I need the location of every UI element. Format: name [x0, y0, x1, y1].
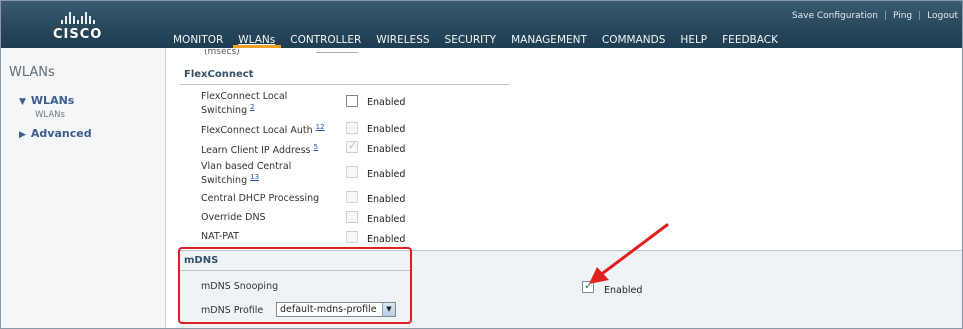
nav-monitor[interactable]: MONITOR	[173, 34, 223, 46]
central-dhcp-checkbox[interactable]	[346, 191, 358, 203]
footnote-link[interactable]: 2	[250, 103, 254, 111]
enabled-text: Enabled	[367, 194, 406, 205]
flexconnect-local-switching-checkbox[interactable]	[346, 95, 358, 107]
footnote-link[interactable]: 12	[316, 123, 325, 131]
cisco-logo: CISCO	[53, 10, 123, 44]
save-configuration-link[interactable]: Save Configuration	[792, 11, 878, 21]
enabled-text: Enabled	[367, 234, 406, 245]
learn-client-ip-checkbox[interactable]	[346, 139, 358, 153]
nav-wireless[interactable]: WIRELESS	[376, 34, 429, 46]
learn-client-ip-label: Learn Client IP Address 5	[201, 143, 318, 157]
enabled-text: Enabled	[367, 144, 406, 155]
flexconnect-local-auth-label: FlexConnect Local Auth 12	[201, 123, 325, 137]
flexconnect-section-title: FlexConnect	[184, 69, 254, 80]
vlan-central-switching-checkbox[interactable]	[346, 166, 358, 178]
main-content: (msecs) FlexConnect FlexConnect Local Swi…	[166, 48, 962, 328]
sidebar: WLANs ▼ WLANs WLANs ▶ Advanced	[1, 48, 166, 328]
sidebar-item-advanced[interactable]: ▶ Advanced	[19, 127, 92, 140]
sidebar-subitem-wlans[interactable]: WLANs	[35, 110, 65, 120]
sidebar-item-label: WLANs	[30, 94, 75, 107]
nav-security[interactable]: SECURITY	[445, 34, 497, 46]
enabled-text: Enabled	[367, 214, 406, 225]
nav-controller[interactable]: CONTROLLER	[290, 34, 361, 46]
collapsed-triangle-icon: ▶	[19, 130, 26, 140]
flexconnect-local-switching-label: FlexConnect Local Switching 2	[201, 91, 288, 117]
override-dns-label: Override DNS	[201, 212, 266, 223]
override-dns-checkbox[interactable]	[346, 211, 358, 223]
enabled-text: Enabled	[367, 124, 406, 135]
expanded-triangle-icon: ▼	[19, 97, 26, 107]
ping-link[interactable]: Ping	[893, 11, 912, 21]
partial-field-label: (msecs)	[204, 49, 240, 57]
section-divider	[180, 84, 510, 85]
logout-link[interactable]: Logout	[927, 11, 958, 21]
annotation-highlight-box	[178, 247, 412, 324]
central-dhcp-label: Central DHCP Processing	[201, 193, 320, 204]
header-bar: CISCO Save Configuration | Ping | Logout…	[1, 1, 962, 48]
nav-help[interactable]: HELP	[680, 34, 707, 46]
vlan-central-switching-label: Vlan based Central Switching 13	[201, 161, 292, 187]
nav-management[interactable]: MANAGEMENT	[511, 34, 587, 46]
cisco-logo-bars	[61, 10, 123, 24]
app-frame: CISCO Save Configuration | Ping | Logout…	[0, 0, 963, 329]
partial-field-edge	[316, 52, 358, 56]
divider: |	[918, 11, 922, 21]
sidebar-title: WLANs	[9, 65, 55, 80]
annotation-arrow-icon	[589, 223, 669, 284]
sidebar-item-wlans[interactable]: ▼ WLANs	[19, 94, 74, 107]
cisco-logo-text: CISCO	[53, 27, 103, 42]
nat-pat-checkbox[interactable]	[346, 231, 358, 243]
top-links: Save Configuration | Ping | Logout	[792, 11, 958, 21]
nat-pat-label: NAT-PAT	[201, 231, 239, 242]
enabled-text: Enabled	[367, 169, 406, 180]
nav-commands[interactable]: COMMANDS	[602, 34, 666, 46]
footnote-link[interactable]: 5	[314, 143, 318, 151]
divider: |	[883, 11, 887, 21]
sidebar-item-label: Advanced	[30, 127, 92, 140]
flexconnect-local-auth-checkbox[interactable]	[346, 122, 358, 134]
footnote-link[interactable]: 13	[250, 173, 259, 181]
nav-feedback[interactable]: FEEDBACK	[722, 34, 778, 46]
enabled-text: Enabled	[367, 97, 406, 108]
